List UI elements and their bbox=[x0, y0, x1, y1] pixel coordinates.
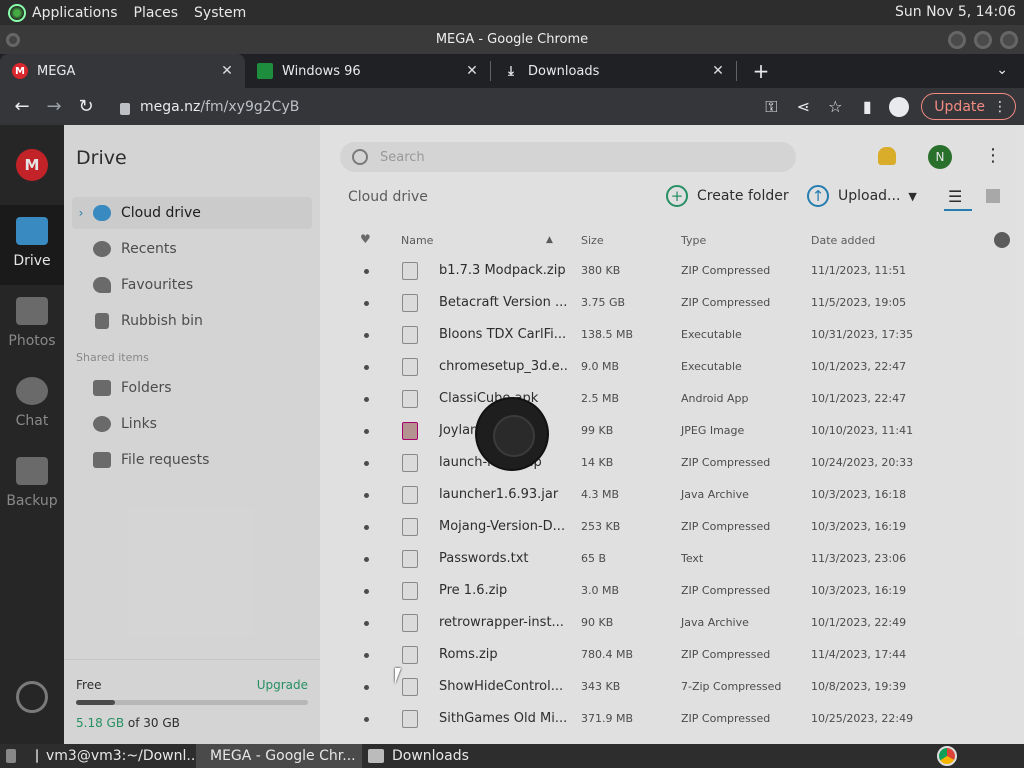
tab-strip: M MEGA ✕ Windows 96 ✕ ⤓ Downloads ✕ + ⌄ bbox=[0, 54, 1024, 88]
desktop-icon bbox=[6, 749, 16, 763]
mega-page: M Drive Photos Chat Backup Drive › Cloud… bbox=[0, 125, 1024, 744]
loading-spinner-icon bbox=[477, 399, 547, 469]
window-menu-icon[interactable] bbox=[6, 33, 20, 47]
tab-label: MEGA bbox=[37, 63, 76, 79]
taskbar-label: vm3@vm3:~/Downl... bbox=[46, 748, 196, 764]
tab-label: Windows 96 bbox=[282, 63, 361, 79]
minimize-icon[interactable] bbox=[948, 31, 966, 49]
update-button[interactable]: Update ⋮ bbox=[921, 93, 1016, 120]
mouse-cursor-icon bbox=[395, 668, 407, 684]
side-panel-icon[interactable]: ▮ bbox=[851, 91, 883, 122]
folder-icon bbox=[368, 749, 384, 763]
lock-icon[interactable] bbox=[120, 102, 130, 115]
mega-logo-icon: M bbox=[12, 63, 28, 79]
reload-icon[interactable]: ↻ bbox=[70, 91, 102, 123]
key-icon[interactable]: ⚿ bbox=[755, 91, 787, 122]
terminal-icon bbox=[36, 749, 38, 763]
forward-icon[interactable]: → bbox=[38, 91, 70, 123]
taskbar-downloads[interactable]: Downloads bbox=[362, 744, 528, 768]
close-window-icon[interactable] bbox=[1000, 31, 1018, 49]
update-label: Update bbox=[934, 98, 985, 115]
tab-mega[interactable]: M MEGA ✕ bbox=[0, 54, 245, 88]
tab-divider bbox=[736, 61, 737, 81]
close-tab-icon[interactable]: ✕ bbox=[464, 63, 480, 79]
url-path: /fm/xy9g2CyB bbox=[200, 98, 300, 115]
menu-places[interactable]: Places bbox=[134, 5, 179, 21]
close-tab-icon[interactable]: ✕ bbox=[710, 63, 726, 79]
chrome-tray-icon[interactable] bbox=[937, 746, 957, 766]
share-icon[interactable]: ⋖ bbox=[787, 91, 819, 122]
taskbar-terminal[interactable]: vm3@vm3:~/Downl... bbox=[30, 744, 196, 768]
tab-downloads[interactable]: ⤓ Downloads ✕ bbox=[491, 54, 736, 88]
menu-system[interactable]: System bbox=[194, 5, 246, 21]
top-panel: Applications Places System Sun Nov 5, 14… bbox=[0, 0, 1024, 25]
browser-toolbar: ← → ↻ mega.nz/fm/xy9g2CyB ⚿ ⋖ ☆ ▮ Update… bbox=[0, 88, 1024, 125]
clock[interactable]: Sun Nov 5, 14:06 bbox=[895, 4, 1016, 20]
profile-icon[interactable] bbox=[883, 91, 915, 122]
menu-applications[interactable]: Applications bbox=[32, 5, 118, 21]
tab-windows96[interactable]: Windows 96 ✕ bbox=[245, 54, 490, 88]
bookmark-star-icon[interactable]: ☆ bbox=[819, 91, 851, 122]
taskbar-chrome[interactable]: MEGA - Google Chr... bbox=[196, 744, 362, 768]
download-icon: ⤓ bbox=[508, 63, 514, 79]
back-icon[interactable]: ← bbox=[6, 91, 38, 123]
taskbar: vm3@vm3:~/Downl... MEGA - Google Chr... … bbox=[0, 744, 1024, 768]
more-vert-icon: ⋮ bbox=[993, 98, 1007, 115]
windows96-icon bbox=[257, 63, 273, 79]
taskbar-label: Downloads bbox=[392, 748, 469, 764]
address-bar[interactable]: mega.nz/fm/xy9g2CyB bbox=[110, 92, 860, 121]
close-tab-icon[interactable]: ✕ bbox=[219, 63, 235, 79]
show-desktop-button[interactable] bbox=[0, 744, 30, 768]
maximize-icon[interactable] bbox=[974, 31, 992, 49]
window-title: MEGA - Google Chrome bbox=[435, 32, 589, 47]
new-tab-button[interactable]: + bbox=[747, 54, 775, 88]
tab-search-icon[interactable]: ⌄ bbox=[996, 62, 1008, 78]
url-host: mega.nz bbox=[140, 98, 201, 115]
window-titlebar[interactable]: MEGA - Google Chrome bbox=[0, 25, 1024, 54]
taskbar-label: MEGA - Google Chr... bbox=[210, 748, 356, 764]
tab-label: Downloads bbox=[528, 63, 600, 79]
applications-icon[interactable] bbox=[8, 3, 26, 22]
